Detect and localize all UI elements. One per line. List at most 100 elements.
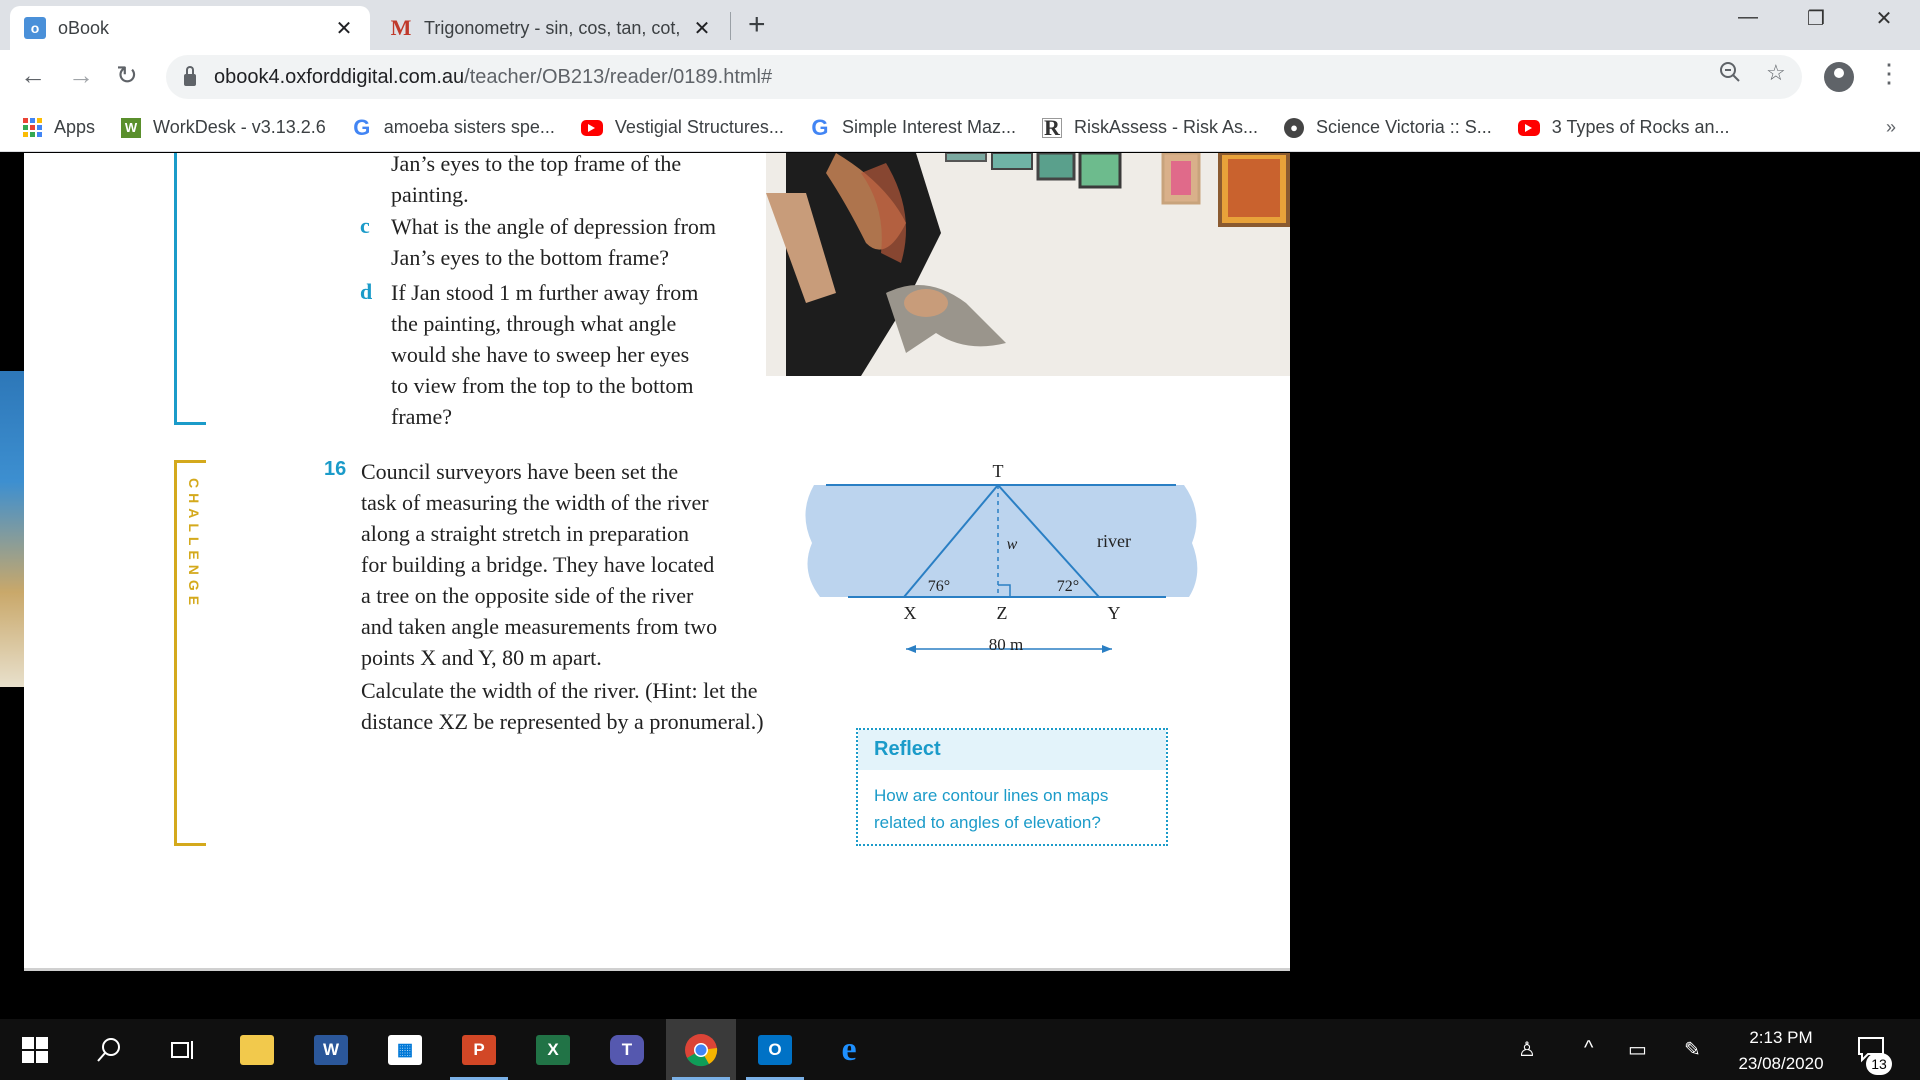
address-bar[interactable]: obook4.oxforddigital.com.au/teacher/OB21… <box>166 55 1802 99</box>
label-Y: Y <box>1108 603 1121 623</box>
powerpoint-icon: P <box>462 1034 496 1065</box>
q16-line: a tree on the opposite side of the river <box>361 583 694 608</box>
url-host: obook4.oxforddigital.com.au <box>214 65 465 88</box>
bookmark-simple-interest[interactable]: G Simple Interest Maz... <box>810 114 1016 140</box>
q15d-line: to view from the top to the bottom <box>391 373 694 398</box>
reflect-box: Reflect How are contour lines on maps re… <box>856 728 1168 846</box>
teams-icon: T <box>610 1034 644 1065</box>
chrome-button[interactable] <box>666 1019 736 1080</box>
adjacent-page-image <box>0 371 24 687</box>
google-icon: G <box>353 114 371 140</box>
q15c-line: Jan’s eyes to the bottom frame? <box>391 245 669 270</box>
clock-time: 2:13 PM <box>1749 1028 1813 1047</box>
chrome-menu-icon[interactable]: ⋮ <box>1876 58 1902 89</box>
bookmark-riskassess[interactable]: R RiskAssess - Risk As... <box>1042 115 1259 140</box>
tab-trigonometry[interactable]: M Trigonometry - sin, cos, tan, cot, ✕ <box>376 6 728 50</box>
reload-icon[interactable]: ↻ <box>116 60 138 91</box>
obook-favicon-icon: o <box>24 17 46 39</box>
q15d-line: would she have to sweep her eyes <box>391 342 690 367</box>
bookmark-vestigial-structures[interactable]: Vestigial Structures... <box>580 117 784 138</box>
store-button[interactable]: ▦ <box>370 1019 440 1080</box>
tab-title: Trigonometry - sin, cos, tan, cot, <box>424 17 681 38</box>
bookmark-apps[interactable]: Apps <box>22 117 95 138</box>
q16-line: Council surveyors have been set the <box>361 459 679 484</box>
close-tab-icon[interactable]: ✕ <box>332 16 356 41</box>
q16-calc-line: distance XZ be represented by a pronumer… <box>361 709 764 734</box>
angle-X: 76° <box>928 578 950 595</box>
restore-button[interactable]: ❐ <box>1796 6 1836 31</box>
bookmark-label: Science Victoria :: S... <box>1316 117 1492 137</box>
task-view-icon <box>171 1040 193 1059</box>
bookmark-label: Apps <box>54 117 96 137</box>
tab-title: oBook <box>58 17 110 38</box>
q16-line: task of measuring the width of the river <box>361 490 709 515</box>
start-button[interactable] <box>0 1019 70 1080</box>
bookmark-amoeba-sisters[interactable]: G amoeba sisters spe... <box>352 114 555 140</box>
book-page: CHALLENGE Jan’s eyes to the top frame of… <box>24 153 1290 968</box>
people-icon[interactable]: ♙ <box>1518 1037 1536 1062</box>
workdesk-icon: W <box>121 117 142 138</box>
q16-line: points X and Y, 80 m apart. <box>361 645 602 670</box>
show-hidden-icons-chevron-icon[interactable]: ^ <box>1584 1037 1593 1060</box>
search-button[interactable] <box>74 1019 144 1080</box>
edge-button[interactable]: e <box>814 1019 884 1080</box>
bookmark-label: RiskAssess - Risk As... <box>1074 117 1259 137</box>
battery-icon[interactable]: ▭ <box>1628 1037 1647 1062</box>
profile-avatar-icon[interactable] <box>1824 62 1854 92</box>
science-victoria-icon: ● <box>1284 117 1305 138</box>
back-arrow-icon[interactable]: ← <box>20 60 46 91</box>
minimize-button[interactable]: — <box>1728 6 1768 29</box>
forward-arrow-icon[interactable]: → <box>68 60 94 91</box>
pen-ink-icon[interactable]: ✎ <box>1684 1037 1701 1062</box>
outlook-icon: O <box>758 1034 792 1065</box>
file-explorer-button[interactable] <box>222 1019 292 1080</box>
riskassess-icon: R <box>1042 115 1062 140</box>
close-window-button[interactable]: ✕ <box>1864 6 1904 31</box>
store-icon: ▦ <box>388 1034 422 1065</box>
task-view-button[interactable] <box>148 1019 218 1080</box>
teams-button[interactable]: T <box>592 1019 662 1080</box>
bookmark-star-icon[interactable]: ☆ <box>1766 60 1786 86</box>
question-16-number: 16 <box>324 458 347 480</box>
zoom-icon[interactable] <box>1718 60 1742 90</box>
arrow-left-head <box>906 645 916 653</box>
q16-line: and taken angle measurements from two <box>361 614 718 639</box>
url-path: /teacher/OB213/reader/0189.html# <box>464 65 773 88</box>
bookmark-label: amoeba sisters spe... <box>383 117 555 137</box>
new-tab-button[interactable]: + <box>748 8 766 42</box>
bookmark-label: 3 Types of Rocks an... <box>1551 117 1730 137</box>
word-button[interactable]: W <box>296 1019 366 1080</box>
tab-obook[interactable]: o oBook ✕ <box>10 6 370 50</box>
excel-button[interactable]: X <box>518 1019 588 1080</box>
mathsisfun-favicon-icon: M <box>390 15 412 40</box>
system-clock[interactable]: 2:13 PM 23/08/2020 <box>1726 1025 1836 1077</box>
bookmark-workdesk[interactable]: W WorkDesk - v3.13.2.6 <box>121 117 326 138</box>
bookmark-types-of-rocks[interactable]: 3 Types of Rocks an... <box>1517 117 1730 138</box>
label-river: river <box>1097 531 1131 551</box>
distance-label: 80 m <box>989 635 1023 654</box>
river-diagram: T river w 76° 72° X Z Y 80 m <box>805 461 1198 654</box>
reflect-line: How are contour lines on maps <box>874 786 1109 805</box>
windows-taskbar: W ▦ P X T O e ♙ ^ ▭ ✎ 2:13 PM 23/08/2020… <box>0 1019 1920 1080</box>
word-icon: W <box>314 1034 348 1065</box>
bookmark-science-victoria[interactable]: ● Science Victoria :: S... <box>1284 117 1492 138</box>
label-Z: Z <box>997 603 1008 623</box>
tab-separator <box>730 12 731 40</box>
q15-tail-line: painting. <box>391 182 469 207</box>
reflect-body: How are contour lines on maps related to… <box>858 770 1166 848</box>
excel-icon: X <box>536 1034 570 1065</box>
section-bracket-blue <box>174 153 206 425</box>
page-edge <box>24 968 1290 971</box>
youtube-icon <box>1517 119 1540 136</box>
q15d-line: the painting, through what angle <box>391 311 677 336</box>
edge-icon: e <box>841 1030 857 1068</box>
outlook-button[interactable]: O <box>740 1019 810 1080</box>
browser-toolbar: ← → ↻ obook4.oxforddigital.com.au/teache… <box>0 50 1920 104</box>
powerpoint-button[interactable]: P <box>444 1019 514 1080</box>
label-T: T <box>993 461 1004 481</box>
google-icon: G <box>811 114 829 140</box>
q15c-letter: c <box>360 213 370 238</box>
close-tab-icon[interactable]: ✕ <box>690 16 714 41</box>
bookmark-label: Simple Interest Maz... <box>841 117 1016 137</box>
more-bookmarks-icon[interactable]: » <box>1886 117 1896 138</box>
